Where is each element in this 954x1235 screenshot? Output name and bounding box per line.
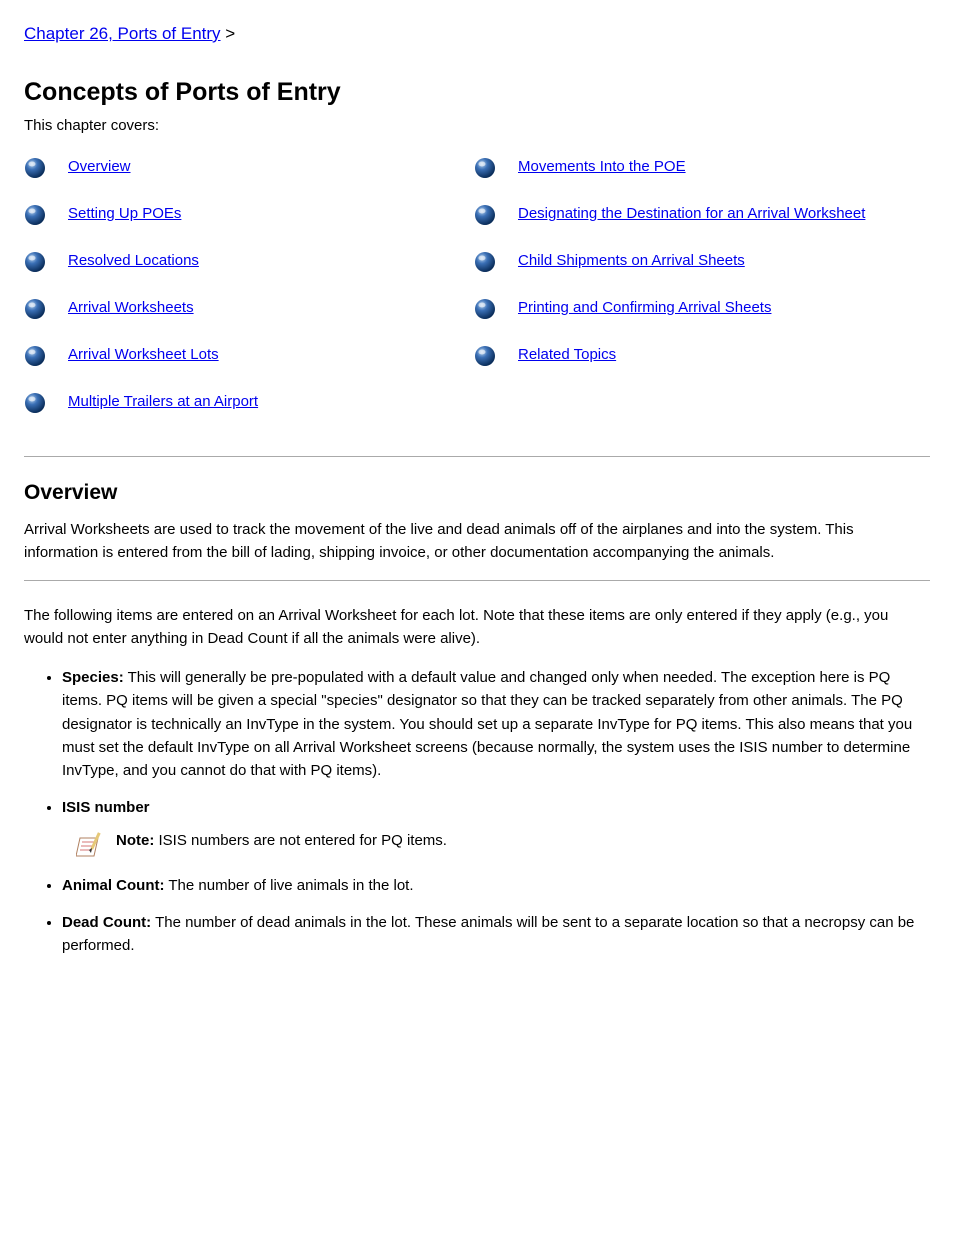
topic-link[interactable]: Overview	[68, 156, 131, 179]
topic-links: Overview Setting Up POEs Resolved Locati…	[24, 156, 930, 438]
overview-heading: Overview	[24, 481, 930, 505]
topic-link-row: Multiple Trailers at an Airport	[24, 391, 474, 414]
note-label: Note:	[116, 832, 154, 849]
sphere-bullet-icon	[24, 345, 46, 367]
sphere-bullet-icon	[24, 157, 46, 179]
list-item: Dead Count: The number of dead animals i…	[62, 911, 930, 958]
topic-link-row: Resolved Locations	[24, 250, 474, 273]
page-title: Concepts of Ports of Entry	[24, 78, 930, 107]
topic-link-row: Setting Up POEs	[24, 203, 474, 226]
topic-link[interactable]: Movements Into the POE	[518, 156, 686, 179]
topic-link[interactable]: Printing and Confirming Arrival Sheets	[518, 297, 771, 320]
note-pencil-icon	[76, 830, 106, 860]
overview-p2: The following items are entered on an Ar…	[24, 605, 930, 650]
topic-link[interactable]: Arrival Worksheet Lots	[68, 344, 219, 367]
topic-link[interactable]: Related Topics	[518, 344, 616, 367]
divider	[24, 456, 930, 457]
sphere-bullet-icon	[24, 251, 46, 273]
topic-link[interactable]: Arrival Worksheets	[68, 297, 194, 320]
list-item: Species: This will generally be pre-popu…	[62, 666, 930, 782]
sphere-bullet-icon	[24, 204, 46, 226]
sphere-bullet-icon	[474, 345, 496, 367]
sphere-bullet-icon	[24, 298, 46, 320]
sphere-bullet-icon	[474, 251, 496, 273]
list-item-title: ISIS number	[62, 799, 150, 816]
topic-link[interactable]: Child Shipments on Arrival Sheets	[518, 250, 745, 273]
topic-link-row: Overview	[24, 156, 474, 179]
sphere-bullet-icon	[474, 298, 496, 320]
list-item: Animal Count: The number of live animals…	[62, 874, 930, 897]
note-body: ISIS numbers are not entered for PQ item…	[154, 832, 447, 849]
sphere-bullet-icon	[474, 157, 496, 179]
topic-link[interactable]: Designating the Destination for an Arriv…	[518, 203, 865, 226]
note-row: Note: ISIS numbers are not entered for P…	[76, 830, 930, 860]
topic-link-row: Child Shipments on Arrival Sheets	[474, 250, 924, 273]
topic-links-right: Movements Into the POE Designating the D…	[474, 156, 924, 438]
sphere-bullet-icon	[24, 392, 46, 414]
list-item-text: The number of live animals in the lot.	[165, 877, 414, 894]
topic-link[interactable]: Resolved Locations	[68, 250, 199, 273]
topic-link-row: Arrival Worksheet Lots	[24, 344, 474, 367]
list-item-title: Dead Count:	[62, 914, 151, 931]
note-text: Note: ISIS numbers are not entered for P…	[116, 830, 447, 853]
topic-link-row: Designating the Destination for an Arriv…	[474, 203, 924, 226]
sphere-bullet-icon	[474, 204, 496, 226]
topic-link-row: Related Topics	[474, 344, 924, 367]
breadcrumb-link[interactable]: Chapter 26, Ports of Entry	[24, 24, 221, 43]
topic-link-row: Movements Into the POE	[474, 156, 924, 179]
list-item-text: The number of dead animals in the lot. T…	[62, 914, 914, 954]
topic-link[interactable]: Setting Up POEs	[68, 203, 181, 226]
list-item-title: Animal Count:	[62, 877, 165, 894]
list-item-text: This will generally be pre-populated wit…	[62, 669, 912, 779]
intro-text: This chapter covers:	[24, 117, 930, 134]
topic-link-row: Arrival Worksheets	[24, 297, 474, 320]
worksheet-items-list: Species: This will generally be pre-popu…	[24, 666, 930, 957]
breadcrumb: Chapter 26, Ports of Entry >	[24, 24, 930, 44]
divider	[24, 580, 930, 581]
topic-links-left: Overview Setting Up POEs Resolved Locati…	[24, 156, 474, 438]
list-item-title: Species:	[62, 669, 124, 686]
topic-link-row: Printing and Confirming Arrival Sheets	[474, 297, 924, 320]
list-item: ISIS number Note: ISIS numbers are not e…	[62, 796, 930, 859]
breadcrumb-sep: >	[221, 24, 236, 43]
overview-p1: Arrival Worksheets are used to track the…	[24, 519, 930, 564]
topic-link[interactable]: Multiple Trailers at an Airport	[68, 391, 258, 414]
